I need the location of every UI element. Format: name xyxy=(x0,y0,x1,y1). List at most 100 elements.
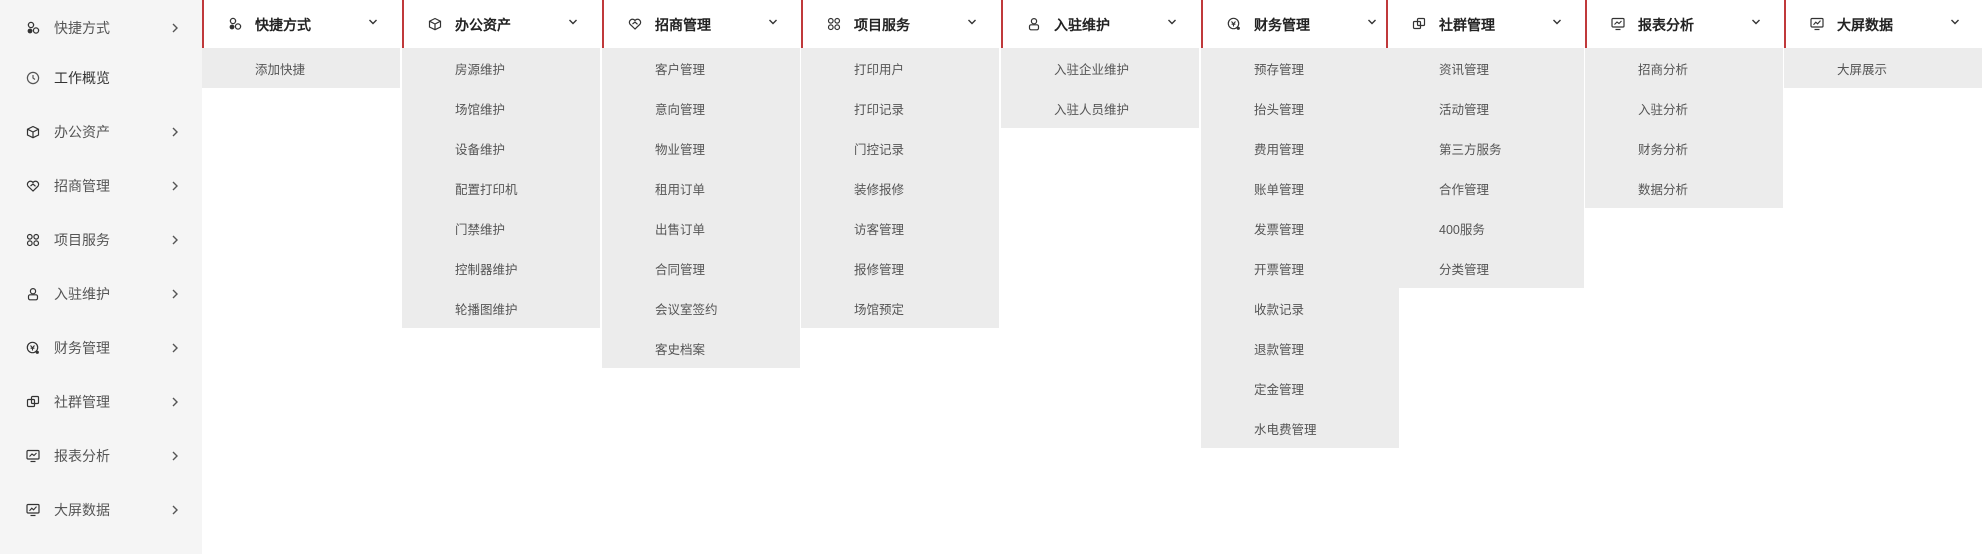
menu-header-title: 办公资产 xyxy=(455,17,511,33)
menu-item[interactable]: 房源维护 xyxy=(402,48,600,88)
sidebar-item-2[interactable]: 办公资产 xyxy=(0,112,202,152)
sidebar-item-6[interactable]: 财务管理 xyxy=(0,328,202,368)
menu-item[interactable]: 入驻分析 xyxy=(1585,88,1783,128)
menu-header[interactable]: 招商管理 xyxy=(602,0,800,48)
menu-header-title: 快捷方式 xyxy=(255,17,311,33)
menu-item[interactable]: 发票管理 xyxy=(1201,208,1399,248)
menu-item[interactable]: 打印记录 xyxy=(801,88,999,128)
shortcut-icon xyxy=(26,21,40,35)
sidebar-item-label: 社群管理 xyxy=(54,394,110,410)
menu-item[interactable]: 退款管理 xyxy=(1201,328,1399,368)
menu-dropdown: 客户管理 意向管理 物业管理 租用订单 出售订单 合同管理 会议室签约 客史档案 xyxy=(602,48,800,368)
menu-item[interactable]: 费用管理 xyxy=(1201,128,1399,168)
menu-header-title: 项目服务 xyxy=(854,17,910,33)
menu-column-7: 报表分析招商分析 入驻分析 财务分析 数据分析 xyxy=(1585,0,1783,208)
menu-column-8: 大屏数据 大屏展示 xyxy=(1784,0,1982,88)
menu-dropdown: 打印用户 打印记录 门控记录 装修报修 访客管理 报修管理 场馆预定 xyxy=(801,48,999,328)
menu-header[interactable]: 办公资产 xyxy=(402,0,600,48)
chevron-right-icon xyxy=(170,450,180,462)
menu-item[interactable]: 定金管理 xyxy=(1201,368,1399,408)
menu-item[interactable]: 400服务 xyxy=(1386,208,1584,248)
menu-header[interactable]: 财务管理 xyxy=(1201,0,1399,48)
menu-item[interactable]: 客史档案 xyxy=(602,328,800,368)
menu-column-1: 办公资产房源维护 场馆维护 设备维护 配置打印机 门禁维护 控制器维护 轮播图维护 xyxy=(402,0,600,328)
menu-item[interactable]: 租用订单 xyxy=(602,168,800,208)
sidebar-item-4[interactable]: 项目服务 xyxy=(0,220,202,260)
menu-item[interactable]: 控制器维护 xyxy=(402,248,600,288)
menu-column-4: 入驻维护入驻企业维护 入驻人员维护 xyxy=(1001,0,1199,128)
menu-item[interactable]: 设备维护 xyxy=(402,128,600,168)
menu-header[interactable]: 社群管理 xyxy=(1386,0,1584,48)
menu-header[interactable]: 大屏数据 xyxy=(1784,0,1982,48)
chevron-down-icon xyxy=(967,17,977,27)
sidebar-item-5[interactable]: 入驻维护 xyxy=(0,274,202,314)
menu-item[interactable]: 合作管理 xyxy=(1386,168,1584,208)
menu-item[interactable]: 轮播图维护 xyxy=(402,288,600,328)
menu-item[interactable]: 意向管理 xyxy=(602,88,800,128)
menu-item[interactable]: 入驻企业维护 xyxy=(1001,48,1199,88)
menu-dropdown: 房源维护 场馆维护 设备维护 配置打印机 门禁维护 控制器维护 轮播图维护 xyxy=(402,48,600,328)
menu-item[interactable]: 入驻人员维护 xyxy=(1001,88,1199,128)
menu-header-title: 报表分析 xyxy=(1638,17,1694,33)
menu-header-title: 招商管理 xyxy=(655,17,711,33)
sidebar-item-0[interactable]: 快捷方式 xyxy=(0,8,202,48)
menu-item[interactable]: 收款记录 xyxy=(1201,288,1399,328)
sidebar-item-label: 财务管理 xyxy=(54,340,110,356)
menu-item[interactable]: 资讯管理 xyxy=(1386,48,1584,88)
menu-column-6: 社群管理 资讯管理 活动管理 第三方服务 合作管理 400服务 分类管理 xyxy=(1386,0,1584,288)
menu-header[interactable]: 项目服务 xyxy=(801,0,999,48)
menu-header-title: 入驻维护 xyxy=(1054,17,1110,33)
menu-item[interactable]: 出售订单 xyxy=(602,208,800,248)
menu-item[interactable]: 第三方服务 xyxy=(1386,128,1584,168)
sidebar: 快捷方式工作概览办公资产招商管理项目服务入驻维护财务管理社群管理报表分析大屏数据 xyxy=(0,0,202,554)
user-lock-icon xyxy=(1027,17,1041,31)
menu-item[interactable]: 会议室签约 xyxy=(602,288,800,328)
sidebar-item-9[interactable]: 大屏数据 xyxy=(0,490,202,530)
menu-item[interactable]: 场馆维护 xyxy=(402,88,600,128)
menu-header[interactable]: 入驻维护 xyxy=(1001,0,1199,48)
menu-item[interactable]: 账单管理 xyxy=(1201,168,1399,208)
menu-item[interactable]: 场馆预定 xyxy=(801,288,999,328)
menu-item[interactable]: 预存管理 xyxy=(1201,48,1399,88)
menu-item[interactable]: 访客管理 xyxy=(801,208,999,248)
menu-header[interactable]: 快捷方式 xyxy=(202,0,400,48)
menu-item[interactable]: 大屏展示 xyxy=(1784,48,1982,88)
menu-item[interactable]: 配置打印机 xyxy=(402,168,600,208)
menu-item[interactable]: 数据分析 xyxy=(1585,168,1783,208)
handshake-icon xyxy=(26,179,40,193)
menu-item[interactable]: 门禁维护 xyxy=(402,208,600,248)
chevron-down-icon xyxy=(1167,17,1177,27)
menu-dropdown: 大屏展示 xyxy=(1784,48,1982,88)
chevron-down-icon xyxy=(1367,17,1377,27)
menu-header[interactable]: 报表分析 xyxy=(1585,0,1783,48)
screen-data-icon xyxy=(26,503,40,517)
chevron-down-icon xyxy=(568,17,578,27)
chevron-right-icon xyxy=(170,22,180,34)
menu-item[interactable]: 抬头管理 xyxy=(1201,88,1399,128)
menu-item[interactable]: 客户管理 xyxy=(602,48,800,88)
menu-item[interactable]: 物业管理 xyxy=(602,128,800,168)
menu-item[interactable]: 分类管理 xyxy=(1386,248,1584,288)
menu-item[interactable]: 报修管理 xyxy=(801,248,999,288)
menu-item[interactable]: 添加快捷 xyxy=(202,48,400,88)
menu-item[interactable]: 招商分析 xyxy=(1585,48,1783,88)
sidebar-item-3[interactable]: 招商管理 xyxy=(0,166,202,206)
menu-item[interactable]: 活动管理 xyxy=(1386,88,1584,128)
menu-item[interactable]: 水电费管理 xyxy=(1201,408,1399,448)
community-icon xyxy=(26,395,40,409)
menu-item[interactable]: 装修报修 xyxy=(801,168,999,208)
sidebar-item-1[interactable]: 工作概览 xyxy=(0,58,202,98)
handshake-icon xyxy=(628,17,642,31)
chevron-down-icon xyxy=(768,17,778,27)
chevron-right-icon xyxy=(170,396,180,408)
menu-item[interactable]: 合同管理 xyxy=(602,248,800,288)
menu-dropdown: 入驻企业维护 入驻人员维护 xyxy=(1001,48,1199,128)
screen-data-icon xyxy=(1810,17,1824,31)
menu-item[interactable]: 门控记录 xyxy=(801,128,999,168)
sidebar-item-8[interactable]: 报表分析 xyxy=(0,436,202,476)
sidebar-item-7[interactable]: 社群管理 xyxy=(0,382,202,422)
menu-column-3: 项目服务打印用户 打印记录 门控记录 装修报修 访客管理 报修管理 场馆预定 xyxy=(801,0,999,328)
menu-item[interactable]: 开票管理 xyxy=(1201,248,1399,288)
menu-item[interactable]: 打印用户 xyxy=(801,48,999,88)
menu-item[interactable]: 财务分析 xyxy=(1585,128,1783,168)
